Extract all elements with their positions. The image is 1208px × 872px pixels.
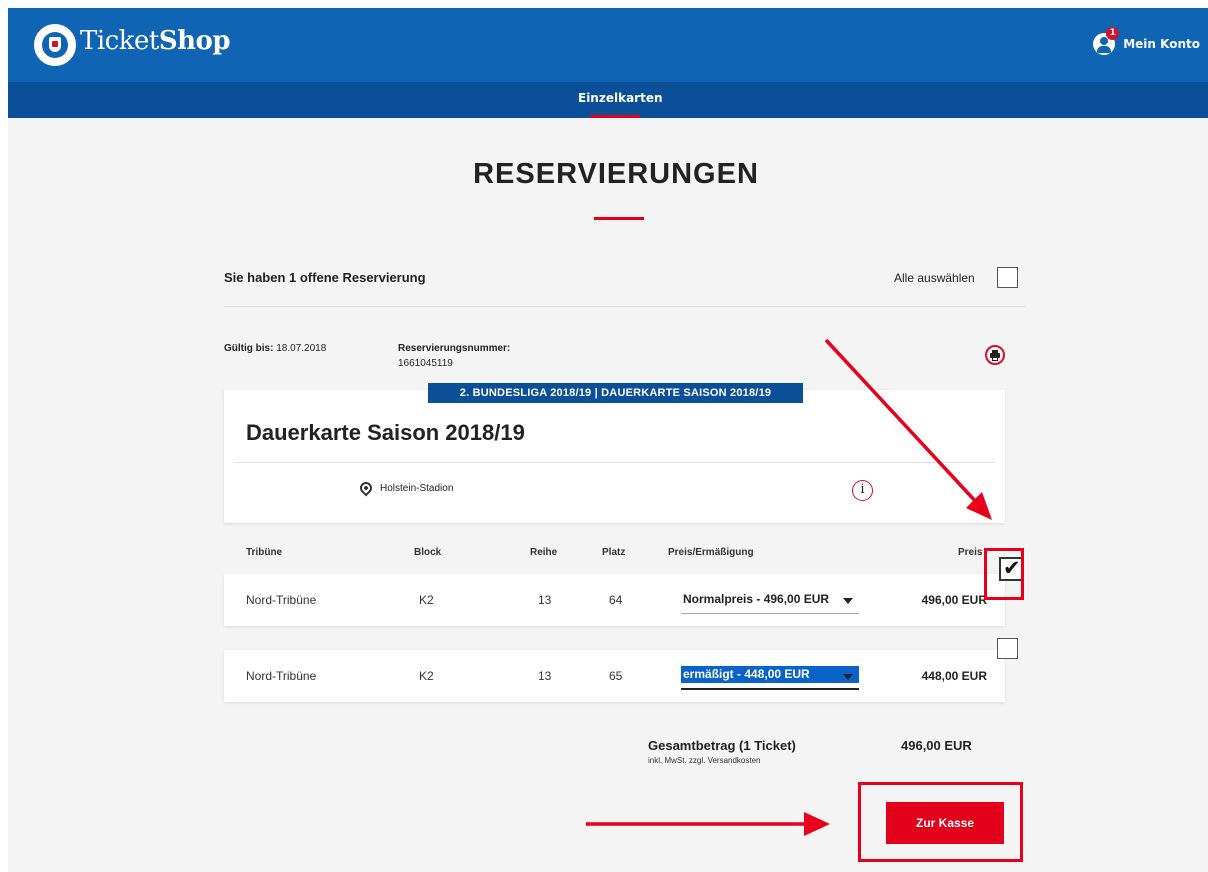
event-divider — [234, 462, 995, 463]
cell-seat: 65 — [609, 669, 623, 683]
select-all-checkbox[interactable] — [997, 267, 1018, 288]
account-button[interactable]: 1 Mein Konto — [1093, 27, 1200, 58]
arrow-to-checkout — [586, 812, 830, 836]
price-option-select[interactable]: ermäßigt - 448,00 EUR — [681, 664, 859, 690]
valid-until-value: 18.07.2018 — [276, 343, 327, 354]
valid-until: Gültig bis: 18.07.2018 — [224, 343, 326, 354]
brand-light: Ticket — [80, 26, 159, 56]
reservation-number-value: 1661045119 — [398, 358, 453, 369]
header-price-option: Preis/Ermäßigung — [668, 547, 754, 558]
total-label: Gesamtbetrag (1 Ticket) — [648, 738, 796, 753]
cell-seat: 64 — [609, 593, 623, 607]
club-logo-icon[interactable] — [34, 24, 76, 66]
info-icon[interactable]: i — [852, 480, 873, 501]
title-underline — [594, 217, 644, 220]
event-category-tag: 2. BUNDESLIGA 2018/19 | DAUERKARTE SAISO… — [428, 383, 803, 403]
price-option-value: ermäßigt - 448,00 EUR — [683, 667, 810, 681]
price-option-value: Normalpreis - 496,00 EUR — [683, 592, 830, 606]
total-value: 496,00 EUR — [901, 738, 972, 753]
annotation-box-checkout — [858, 782, 1023, 862]
event-title: Dauerkarte Saison 2018/19 — [246, 420, 525, 445]
valid-until-label: Gültig bis: — [224, 343, 274, 354]
cell-tribune: Nord-Tribüne — [246, 593, 317, 607]
ticketshop-brand[interactable]: TicketShop — [80, 26, 231, 56]
cell-block: K2 — [419, 669, 434, 683]
reservation-number-label: Reservierungsnummer: — [398, 343, 511, 354]
header-tribune: Tribüne — [246, 547, 283, 558]
user-icon: 1 — [1093, 27, 1120, 55]
cell-block: K2 — [419, 593, 434, 607]
header-row: Reihe — [530, 547, 558, 558]
cell-row: 13 — [538, 593, 552, 607]
total-subtext: inkl. MwSt. zzgl. Versandkosten — [648, 756, 761, 765]
event-card: Dauerkarte Saison 2018/19 Holstein-Stadi… — [224, 390, 1005, 523]
row-2-checkbox[interactable] — [997, 638, 1018, 659]
price-option-select[interactable]: Normalpreis - 496,00 EUR — [681, 588, 859, 614]
location-pin-icon — [357, 479, 375, 497]
cell-price: 448,00 EUR — [921, 669, 987, 683]
venue-name: Holstein-Stadion — [380, 483, 454, 494]
chevron-down-icon — [843, 598, 853, 604]
page-title: RESERVIERUNGEN — [473, 158, 759, 190]
page-frame: TicketShop 1 Mein Konto Einzelkarten RES… — [8, 8, 1208, 872]
header-price: Preis — [958, 547, 983, 558]
cell-tribune: Nord-Tribüne — [246, 669, 317, 683]
sub-navigation: Einzelkarten — [8, 82, 1208, 118]
annotation-box-checkbox — [984, 548, 1024, 600]
account-label: Mein Konto — [1123, 37, 1200, 51]
cell-row: 13 — [538, 669, 552, 683]
print-icon[interactable] — [985, 345, 1005, 365]
active-tab-indicator — [590, 115, 640, 118]
select-all-label: Alle auswählen — [894, 271, 975, 285]
top-bar: TicketShop 1 Mein Konto — [8, 8, 1208, 82]
header-block: Block — [414, 547, 442, 558]
reservation-count: Sie haben 1 offene Reservierung — [224, 270, 426, 285]
table-row: Nord-Tribüne K2 13 65 ermäßigt - 448,00 … — [224, 650, 1005, 702]
cell-price: 496,00 EUR — [921, 593, 987, 607]
header-seat: Platz — [602, 547, 626, 558]
brand-bold: Shop — [158, 26, 231, 56]
chevron-down-icon — [843, 674, 853, 680]
divider — [224, 306, 1025, 307]
tab-einzelkarten[interactable]: Einzelkarten — [578, 91, 663, 105]
table-row: Nord-Tribüne K2 13 64 Normalpreis - 496,… — [224, 574, 1005, 626]
notification-badge: 1 — [1106, 27, 1120, 40]
